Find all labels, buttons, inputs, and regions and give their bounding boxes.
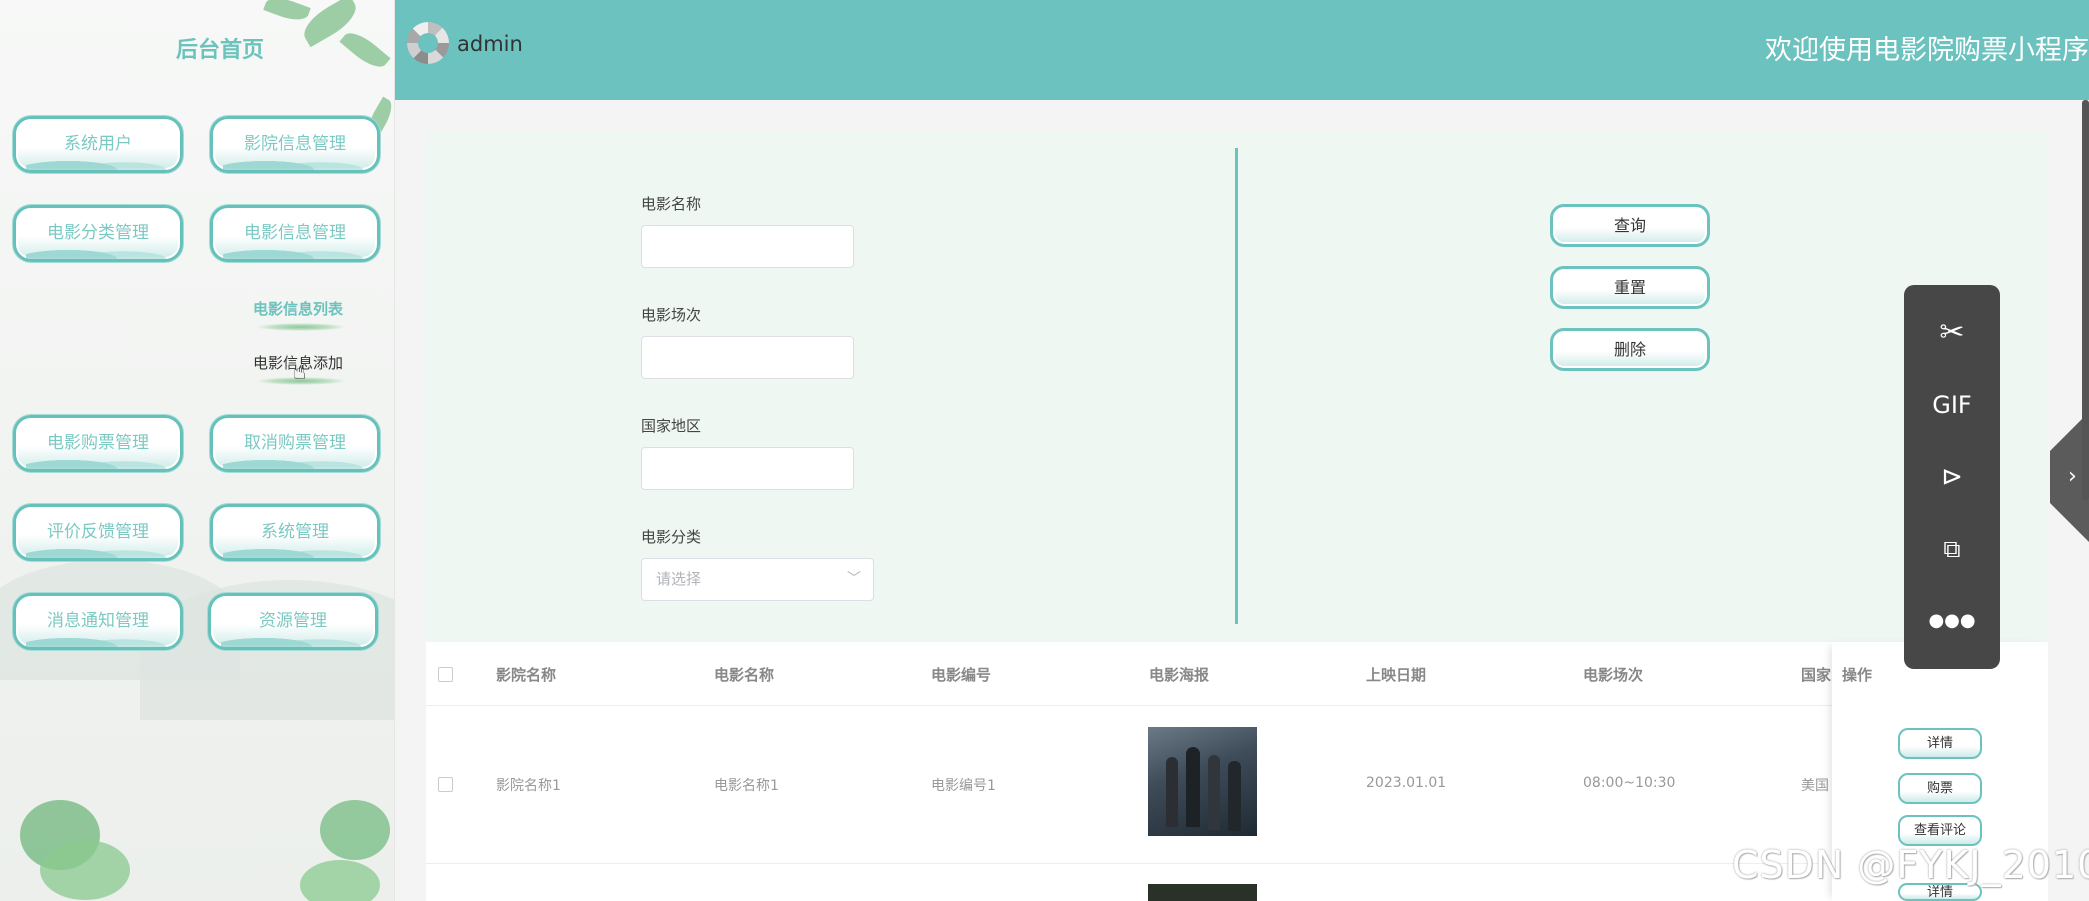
country-region-label: 国家地区 <box>641 417 702 435</box>
cell-movie: 电影名称1 <box>714 778 779 794</box>
top-header: admin 欢迎使用电影院购票小程序 <box>395 0 2089 100</box>
cell-cinema: 影院名称1 <box>496 778 561 794</box>
submenu-underline <box>256 323 346 331</box>
avatar[interactable] <box>407 22 449 64</box>
column-header-movie: 电影名称 <box>714 666 775 684</box>
sidebar-item-feedback[interactable]: 评价反馈管理 <box>13 504 183 561</box>
sidebar-item-system-users[interactable]: 系统用户 <box>13 116 183 173</box>
column-header-cinema: 影院名称 <box>496 666 557 684</box>
movie-category-label: 电影分类 <box>641 528 702 546</box>
cell-code: 电影编号1 <box>931 778 996 794</box>
select-placeholder: 请选择 <box>656 570 702 588</box>
leaf-decoration <box>339 26 391 74</box>
column-header-code: 电影编号 <box>931 666 992 684</box>
sidebar-item-resources[interactable]: 资源管理 <box>208 593 378 650</box>
chevron-down-icon: ﹀ <box>847 571 861 587</box>
column-header-session: 电影场次 <box>1583 666 1644 684</box>
leaf-decoration <box>263 0 311 25</box>
sidebar-item-ticket-cancel[interactable]: 取消购票管理 <box>210 415 380 472</box>
username[interactable]: admin <box>457 32 523 56</box>
cell-release-date: 2023.01.01 <box>1366 775 1447 791</box>
sidebar-item-cinema-info[interactable]: 影院信息管理 <box>210 116 380 173</box>
view-comments-button[interactable]: 查看评论 <box>1898 815 1982 846</box>
column-header-country: 国家 <box>1801 666 1832 684</box>
detail-button[interactable]: 详情 <box>1898 728 1982 759</box>
sidebar-home-title[interactable]: 后台首页 <box>150 32 290 64</box>
screenshot-icon[interactable]: ⧉ <box>1904 529 2000 569</box>
movie-category-select[interactable]: 请选择 ﹀ <box>641 558 874 601</box>
sidebar-item-ticket-purchase[interactable]: 电影购票管理 <box>13 415 183 472</box>
query-button[interactable]: 查询 <box>1550 204 1710 247</box>
scissors-icon[interactable]: ✂ <box>1904 313 2000 353</box>
play-record-icon[interactable]: ⊳ <box>1904 457 2000 497</box>
lotus-leaf-decoration <box>300 860 380 901</box>
welcome-text: 欢迎使用电影院购票小程序 <box>1765 35 2089 66</box>
gif-icon[interactable]: GIF <box>1904 385 2000 425</box>
row-checkbox[interactable] <box>438 777 453 792</box>
movie-session-label: 电影场次 <box>641 306 702 324</box>
lotus-leaf-decoration <box>320 800 390 860</box>
lotus-leaf-decoration <box>40 840 130 900</box>
sidebar-item-system-manage[interactable]: 系统管理 <box>210 504 380 561</box>
cell-session: 08:00~10:30 <box>1583 775 1676 791</box>
submenu-movie-list[interactable]: 电影信息列表 <box>238 298 358 319</box>
more-icon[interactable]: ●●● <box>1904 601 2000 641</box>
sidebar-item-movie-info[interactable]: 电影信息管理 <box>210 205 380 262</box>
scrollbar[interactable] <box>2082 100 2089 500</box>
buy-ticket-button[interactable]: 购票 <box>1898 773 1982 804</box>
delete-button[interactable]: 删除 <box>1550 328 1710 371</box>
movie-name-input[interactable] <box>641 225 854 268</box>
movie-poster-image[interactable] <box>1148 727 1257 836</box>
movie-session-input[interactable] <box>641 336 854 379</box>
chevron-right-icon: › <box>2068 464 2077 489</box>
movie-poster-image[interactable] <box>1148 884 1257 901</box>
sidebar: 后台首页 系统用户 影院信息管理 电影分类管理 电影信息管理 电影信息列表 电影… <box>0 0 395 901</box>
reset-button[interactable]: 重置 <box>1550 266 1710 309</box>
sidebar-item-notifications[interactable]: 消息通知管理 <box>13 593 183 650</box>
cell-country: 美国 <box>1801 778 1829 794</box>
panel-divider <box>1235 148 1238 624</box>
sidebar-item-movie-category[interactable]: 电影分类管理 <box>13 205 183 262</box>
select-all-checkbox[interactable] <box>438 667 453 682</box>
cursor-hand-icon: ☝ <box>293 360 307 385</box>
column-header-poster: 电影海报 <box>1149 666 1210 684</box>
watermark: CSDN @FYKJ_2010 <box>1732 843 2089 887</box>
column-header-release-date: 上映日期 <box>1366 666 1427 684</box>
country-region-input[interactable] <box>641 447 854 490</box>
column-header-actions: 操作 <box>1842 666 1873 684</box>
movie-name-label: 电影名称 <box>641 195 702 213</box>
row-divider <box>426 705 2048 706</box>
